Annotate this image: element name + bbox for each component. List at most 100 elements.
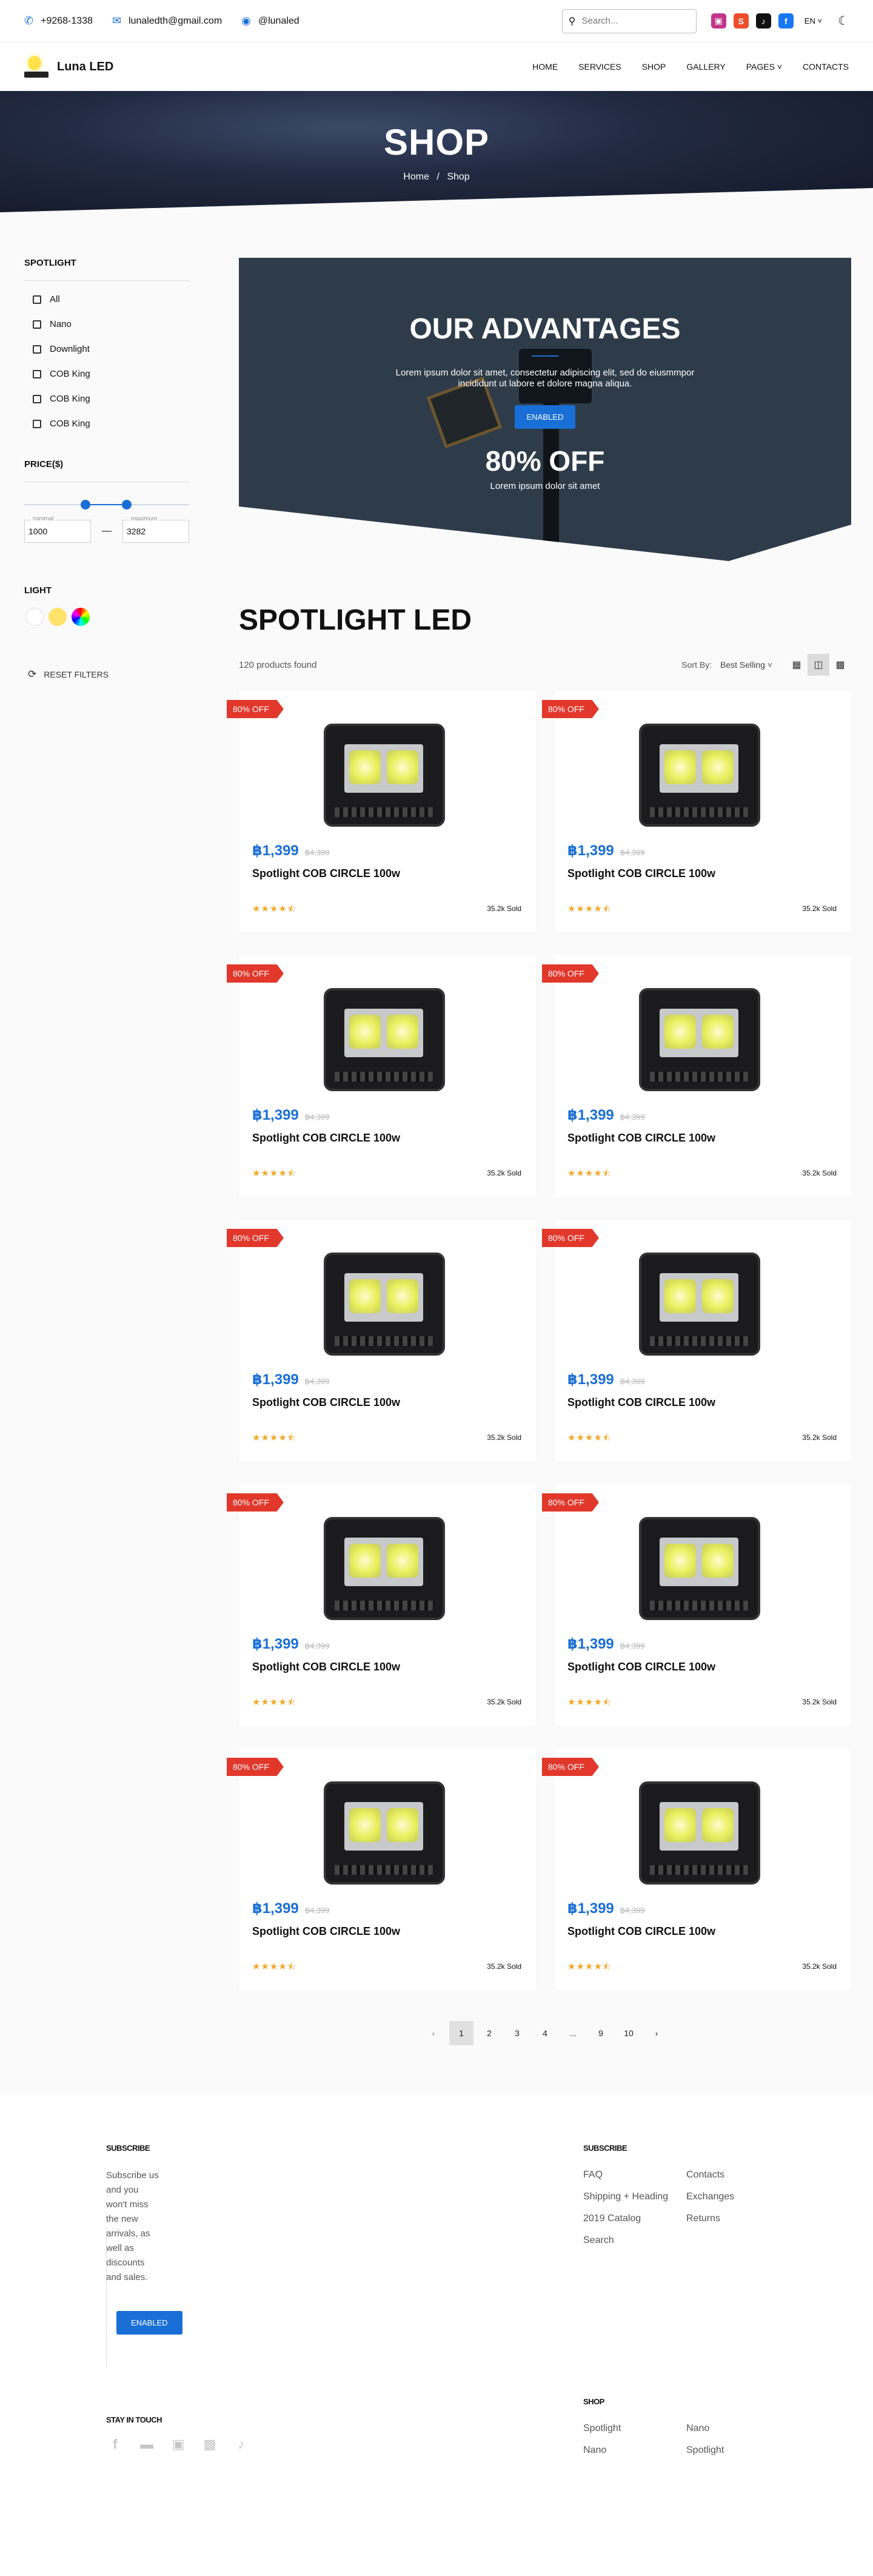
price-slider[interactable] <box>24 496 189 514</box>
product-image[interactable] <box>639 1517 760 1620</box>
messenger-icon[interactable]: ▩ <box>201 2436 219 2452</box>
promo-button[interactable]: ENABLED <box>514 405 576 429</box>
price-slider-max-handle[interactable] <box>121 500 132 509</box>
swatch-warm[interactable] <box>48 608 67 626</box>
footer-shop-link[interactable]: Spotlight <box>686 2445 759 2456</box>
product-name[interactable]: Spotlight COB CIRCLE 100w <box>252 1661 400 1673</box>
page-button[interactable]: 10 <box>617 2021 641 2045</box>
nav-shop[interactable]: SHOP <box>642 62 666 72</box>
category-checkbox[interactable]: All <box>24 294 189 304</box>
product-card[interactable]: 80% OFF ฿1,399 ฿4,399 Spotlight COB CIRCLE … <box>542 1484 851 1726</box>
product-image[interactable] <box>324 1781 445 1885</box>
product-name[interactable]: Spotlight COB CIRCLE 100w <box>567 1132 715 1145</box>
facebook-icon[interactable]: f <box>106 2436 124 2452</box>
checkbox-box[interactable] <box>33 320 41 329</box>
product-image[interactable] <box>639 1253 760 1356</box>
grid-large-view-icon[interactable]: ▦ <box>786 654 808 676</box>
shopee-icon[interactable]: ▣ <box>169 2436 187 2452</box>
product-image[interactable] <box>324 1517 445 1620</box>
product-card[interactable]: 80% OFF ฿1,399 ฿4,399 Spotlight COB CIRCLE … <box>227 1748 536 1991</box>
product-image[interactable] <box>639 988 760 1091</box>
checkbox-box[interactable] <box>33 295 41 304</box>
product-card[interactable]: 80% OFF ฿1,399 ฿4,399 Spotlight COB CIRCLE … <box>227 955 536 1197</box>
shopee-icon[interactable]: S <box>733 13 749 29</box>
price-max-field[interactable]: maximum 3282 <box>122 516 189 543</box>
nav-services[interactable]: SERVICES <box>578 62 621 72</box>
page-button[interactable]: 2 <box>477 2021 501 2045</box>
product-image[interactable] <box>324 1253 445 1356</box>
product-name[interactable]: Spotlight COB CIRCLE 100w <box>567 1661 715 1673</box>
checkbox-box[interactable] <box>33 419 41 428</box>
phone-contact[interactable]: ✆ +9268-1338 <box>24 15 93 27</box>
price-min-field[interactable]: minimal 1000 <box>24 516 91 543</box>
footer-shop-link[interactable]: Nano <box>686 2423 759 2434</box>
category-checkbox[interactable]: COB King <box>24 419 189 429</box>
category-checkbox[interactable]: COB King <box>24 394 189 404</box>
product-name[interactable]: Spotlight COB CIRCLE 100w <box>567 867 715 880</box>
product-card[interactable]: 80% OFF ฿1,399 ฿4,399 Spotlight COB CIRCLE … <box>227 1484 536 1726</box>
product-name[interactable]: Spotlight COB CIRCLE 100w <box>252 1396 400 1409</box>
nav-home[interactable]: HOME <box>532 62 558 72</box>
footer-link[interactable]: 2019 Catalog <box>583 2213 686 2224</box>
product-image[interactable] <box>639 1781 760 1885</box>
footer-link[interactable]: Contacts <box>686 2170 759 2181</box>
page-button[interactable]: 3 <box>505 2021 529 2045</box>
product-image[interactable] <box>324 988 445 1091</box>
product-image[interactable] <box>324 724 445 827</box>
product-name[interactable]: Spotlight COB CIRCLE 100w <box>252 867 400 880</box>
nav-contacts[interactable]: CONTACTS <box>803 62 849 72</box>
instagram-icon[interactable]: ▣ <box>711 13 726 29</box>
footer-link[interactable]: Search <box>583 2235 686 2246</box>
category-checkbox[interactable]: COB King <box>24 369 189 379</box>
footer-shop-link[interactable]: Nano <box>583 2445 686 2456</box>
footer-link[interactable]: Shipping + Heading <box>583 2191 686 2202</box>
sort-dropdown[interactable]: Sort By: Best Selling ˅ <box>681 660 772 670</box>
footer-link[interactable]: Returns <box>686 2213 759 2224</box>
tiktok-icon[interactable]: ♪ <box>755 13 771 29</box>
line-icon[interactable]: ▬ <box>138 2436 156 2452</box>
page-button[interactable]: 9 <box>589 2021 613 2045</box>
footer-shop-link[interactable]: Spotlight <box>583 2423 686 2434</box>
checkbox-box[interactable] <box>33 394 41 403</box>
product-card[interactable]: 80% OFF ฿1,399 ฿4,399 Spotlight COB CIRCLE … <box>542 955 851 1197</box>
product-card[interactable]: 80% OFF ฿1,399 ฿4,399 Spotlight COB CIRCLE … <box>542 1219 851 1462</box>
prev-page-icon[interactable]: ‹ <box>421 2021 446 2045</box>
messenger-contact[interactable]: ◉ @lunaled <box>241 15 299 27</box>
product-card[interactable]: 80% OFF ฿1,399 ฿4,399 Spotlight COB CIRCLE … <box>227 690 536 933</box>
page-button[interactable]: 4 <box>533 2021 557 2045</box>
next-page-icon[interactable]: › <box>644 2021 669 2045</box>
nav-gallery[interactable]: GALLERY <box>686 62 725 72</box>
product-name[interactable]: Spotlight COB CIRCLE 100w <box>252 1132 400 1145</box>
checkbox-box[interactable] <box>33 369 41 378</box>
search-icon[interactable]: ⚲ <box>569 15 576 27</box>
category-checkbox[interactable]: Downlight <box>24 344 189 354</box>
product-card[interactable]: 80% OFF ฿1,399 ฿4,399 Spotlight COB CIRCLE … <box>542 690 851 933</box>
logo[interactable]: Luna LED <box>24 53 113 80</box>
product-image[interactable] <box>639 724 760 827</box>
product-card[interactable]: 80% OFF ฿1,399 ฿4,399 Spotlight COB CIRCLE … <box>542 1748 851 1991</box>
language-selector[interactable]: EN ˅ <box>804 16 822 25</box>
grid-small-view-icon[interactable]: ▩ <box>829 654 851 676</box>
reset-filters-button[interactable]: ⟳ RESET FILTERS <box>24 668 189 681</box>
email-contact[interactable]: ✉ lunaledth@gmail.com <box>112 15 222 27</box>
product-card[interactable]: 80% OFF ฿1,399 ฿4,399 Spotlight COB CIRCLE … <box>227 1219 536 1462</box>
moon-icon[interactable]: ☾ <box>838 13 849 29</box>
swatch-multicolor[interactable] <box>72 608 90 626</box>
breadcrumb-home[interactable]: Home <box>403 172 429 182</box>
product-name[interactable]: Spotlight COB CIRCLE 100w <box>252 1925 400 1938</box>
facebook-icon[interactable]: f <box>778 13 794 29</box>
footer-link[interactable]: FAQ <box>583 2170 686 2181</box>
footer-subscribe-button[interactable]: ENABLED <box>116 2311 182 2335</box>
product-name[interactable]: Spotlight COB CIRCLE 100w <box>567 1396 715 1409</box>
checkbox-box[interactable] <box>33 345 41 354</box>
search-input[interactable] <box>581 16 679 26</box>
grid-medium-view-icon[interactable]: ◫ <box>808 654 829 676</box>
nav-pages[interactable]: PAGES ˅ <box>746 62 782 72</box>
product-name[interactable]: Spotlight COB CIRCLE 100w <box>567 1925 715 1938</box>
footer-link[interactable]: Exchanges <box>686 2191 759 2202</box>
swatch-white[interactable] <box>25 608 44 626</box>
price-slider-min-handle[interactable] <box>80 500 90 509</box>
page-button[interactable]: 1 <box>449 2021 473 2045</box>
tiktok-icon[interactable]: ♪ <box>232 2436 250 2452</box>
category-checkbox[interactable]: Nano <box>24 319 189 329</box>
